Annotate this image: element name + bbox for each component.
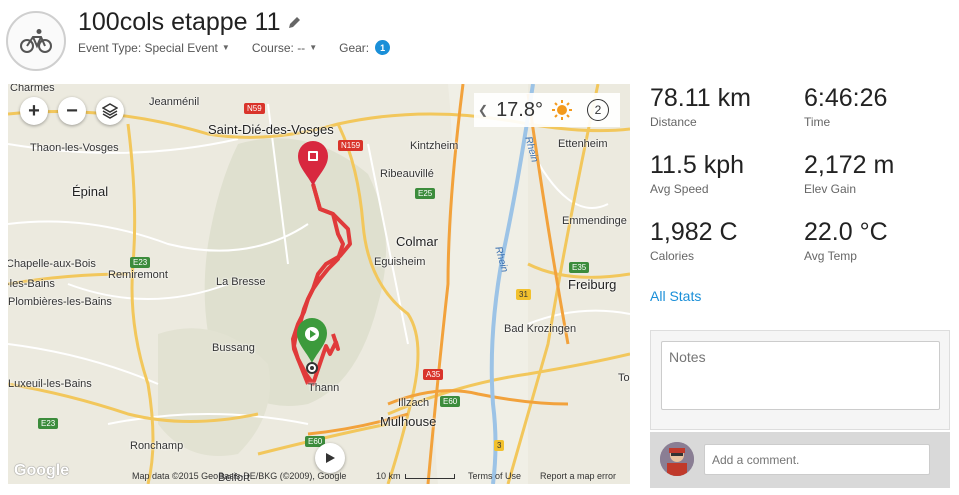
map-label: Thann [308, 382, 340, 394]
stat-value: 11.5 kph [650, 151, 745, 179]
layers-icon [102, 103, 118, 119]
layers-button[interactable] [96, 97, 124, 125]
map-label: Freiburg [568, 277, 617, 292]
road-shield: E35 [569, 262, 590, 273]
road-shield: E23 [38, 418, 59, 429]
map-label: Luxeuil-les-Bains [8, 378, 92, 390]
map-label: -les-Bains [8, 278, 55, 290]
map-label: Bussang [212, 342, 255, 354]
course-dropdown[interactable]: Course: -- ▼ [252, 41, 317, 55]
activity-header: 100cols etappe 11 Event Type: Special Ev… [0, 0, 959, 78]
map-label: Eguisheim [374, 256, 426, 268]
stat-label: Time [804, 115, 831, 129]
map-label: Ribeauvillé [380, 168, 434, 180]
bicycle-icon [6, 11, 66, 71]
zoom-in-button[interactable]: + [20, 97, 48, 125]
road-shield: 31 [516, 289, 531, 300]
stat-value: 22.0 °C [804, 218, 888, 246]
road-shield: N59 [244, 103, 265, 114]
road-shield: E60 [440, 396, 461, 407]
route-map[interactable]: Charmes Jeanménil Saint-Dié-des-Vosges T… [8, 84, 630, 484]
event-type-dropdown[interactable]: Event Type: Special Event ▼ [78, 41, 230, 55]
road-shield: E23 [130, 257, 151, 268]
map-label: Remiremont [108, 269, 168, 281]
report-map-error-link[interactable]: Report a map error [540, 471, 616, 481]
caret-down-icon: ▼ [221, 43, 230, 52]
stat-elev-gain: 2,172 m Elev Gain [804, 151, 954, 196]
map-label: Bad Krozingen [504, 323, 577, 335]
sun-icon [552, 100, 572, 120]
map-label: Colmar [396, 234, 438, 249]
gear-label: Gear: [339, 40, 370, 55]
stat-value: 1,982 C [650, 218, 738, 246]
map-label: Jeanménil [149, 96, 200, 108]
map-label: Emmendinge [562, 215, 627, 227]
activity-title[interactable]: 100cols etappe 11 [78, 8, 301, 37]
stat-label: Elev Gain [804, 182, 857, 196]
caret-down-icon: ▼ [309, 43, 318, 52]
road-shield: 3 [494, 440, 505, 451]
map-scale-label: 10 km [376, 471, 401, 481]
course-label: Course: [251, 40, 294, 55]
stat-value: 78.11 km [650, 84, 751, 112]
zoom-out-button[interactable]: − [58, 97, 86, 125]
gear-count-badge[interactable]: 1 [375, 40, 391, 55]
road-shield: E25 [415, 188, 436, 199]
map-label: Kintzheim [410, 140, 459, 152]
map-label: Toc [618, 372, 630, 384]
map-label: Charmes [10, 84, 55, 94]
map-label: Mulhouse [380, 414, 437, 429]
stat-avg-speed: 11.5 kph Avg Speed [650, 151, 800, 196]
wind-indicator: 2 [587, 99, 609, 121]
stat-calories: 1,982 C Calories [650, 218, 800, 263]
map-scale: 10 km [376, 471, 455, 481]
notes-panel [650, 330, 950, 430]
map-label: Saint-Dié-des-Vosges [208, 122, 334, 137]
map-attribution: Map data ©2015 GeoBasis-DE/BKG (©2009), … [132, 471, 347, 481]
stat-label: Avg Temp [804, 249, 857, 263]
stat-value: 6:46:26 [804, 84, 888, 112]
stat-avg-temp: 22.0 °C Avg Temp [804, 218, 954, 263]
weather-temp: 17.8° [496, 98, 543, 121]
pencil-icon[interactable] [288, 16, 301, 29]
road-shield: N159 [338, 140, 364, 151]
map-label: Ronchamp [130, 440, 184, 452]
gear-control[interactable]: Gear: 1 [339, 40, 391, 55]
stat-label: Calories [650, 249, 695, 263]
course-value[interactable]: -- [297, 41, 305, 55]
stat-label: Distance [650, 115, 697, 129]
comment-input[interactable] [704, 444, 930, 475]
map-footer: Map data ©2015 GeoBasis-DE/BKG (©2009), … [8, 468, 630, 484]
avatar [660, 442, 694, 476]
map-label: Illzach [398, 397, 430, 409]
notes-textarea[interactable] [661, 341, 940, 410]
comment-bar [650, 432, 950, 488]
map-label: La Bresse [216, 276, 266, 288]
activity-meta: Event Type: Special Event ▼ Course: -- ▼ G… [78, 40, 412, 55]
wind-value: 2 [594, 103, 602, 117]
map-label: Ettenheim [558, 138, 608, 150]
chevron-left-icon[interactable]: ❮ [478, 103, 488, 117]
road-shield: A35 [423, 369, 444, 380]
stat-time: 6:46:26 Time [804, 84, 954, 129]
map-label: Chapelle-aux-Bois [8, 258, 96, 270]
stat-distance: 78.11 km Distance [650, 84, 800, 129]
play-icon [326, 453, 335, 463]
event-type-value[interactable]: Special Event [145, 41, 218, 55]
map-label: Plombières-les-Bains [8, 296, 112, 308]
map-label: Thaon-les-Vosges [30, 142, 119, 154]
all-stats-link[interactable]: All Stats [650, 288, 701, 304]
weather-widget[interactable]: ❮ 17.8° 2 [474, 93, 620, 127]
map-label: Épinal [72, 184, 109, 199]
stat-label: Avg Speed [650, 182, 709, 196]
activity-title-text[interactable]: 100cols etappe 11 [78, 8, 280, 37]
terms-link[interactable]: Terms of Use [468, 471, 521, 481]
event-type-label: Event Type: [78, 40, 142, 55]
stat-value: 2,172 m [804, 151, 895, 179]
